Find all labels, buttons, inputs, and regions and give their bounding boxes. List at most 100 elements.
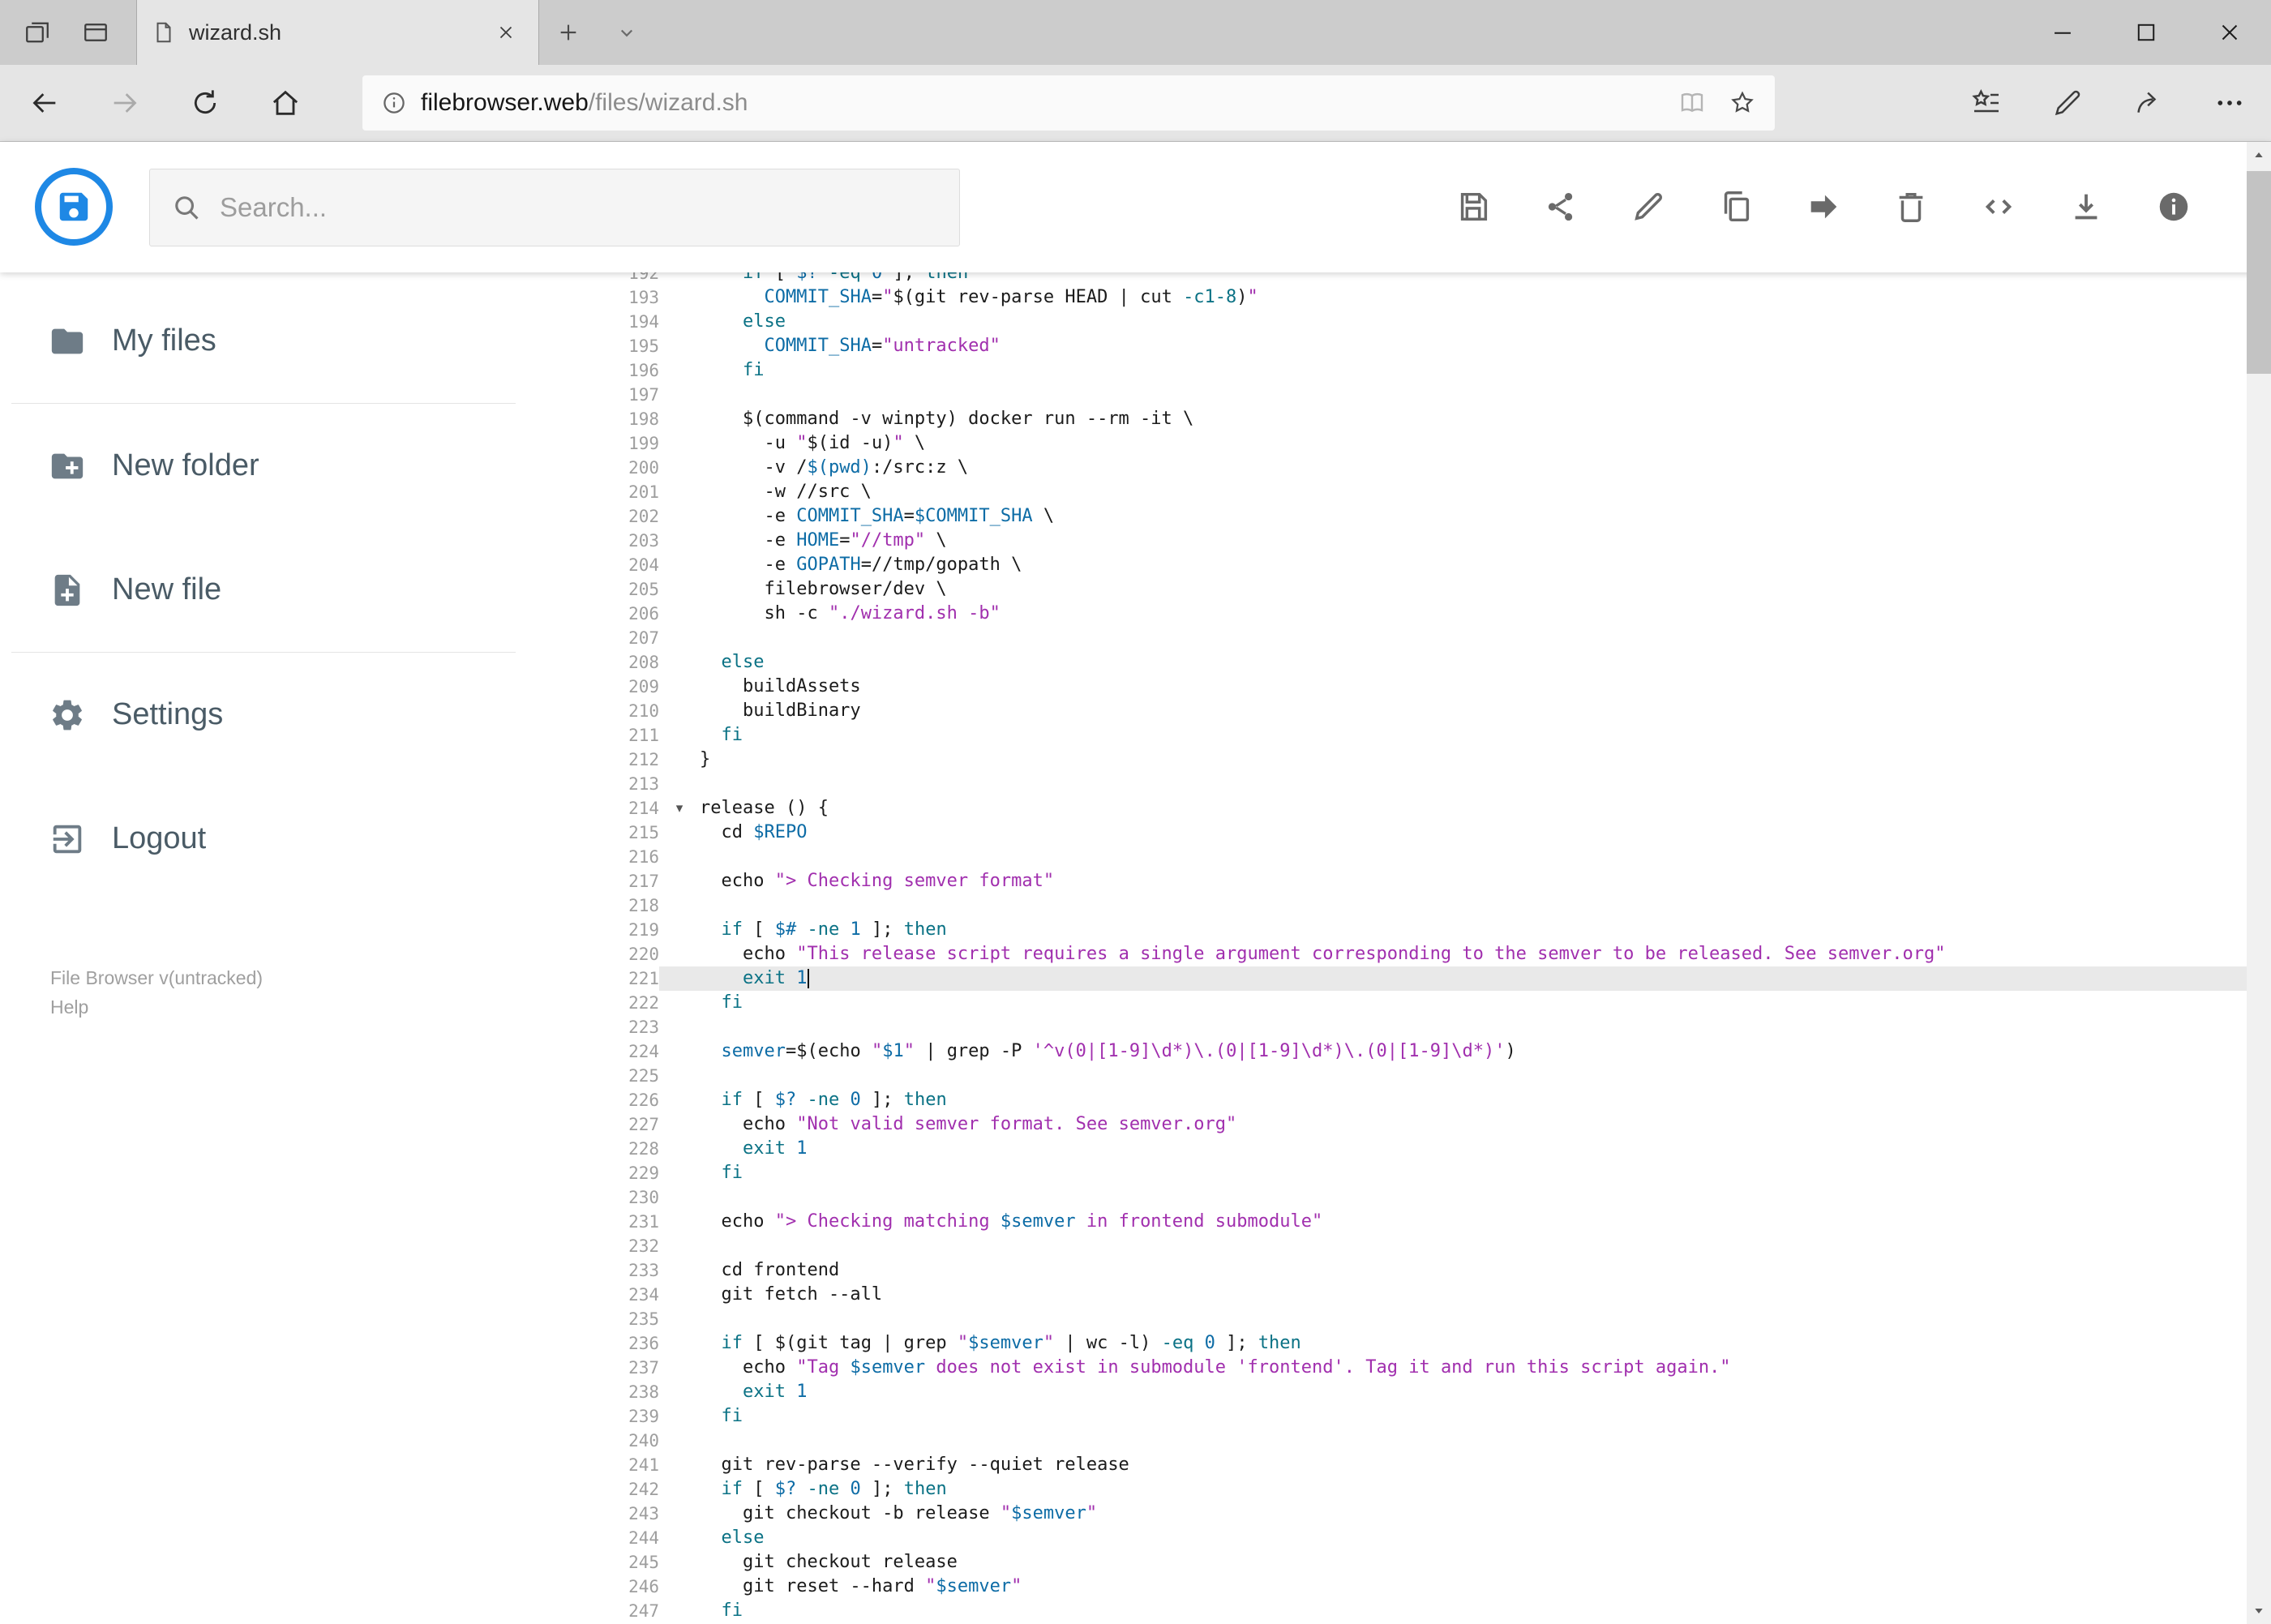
tab-preview-button[interactable] — [66, 0, 125, 65]
code-line-text[interactable]: -e GOPATH=//tmp/gopath \ — [700, 553, 2247, 577]
line-number[interactable]: 201 — [527, 480, 659, 504]
refresh-button[interactable] — [165, 65, 245, 141]
line-number[interactable]: 205 — [527, 577, 659, 602]
info-button[interactable] — [2145, 178, 2202, 235]
code-line[interactable]: 244 else — [527, 1526, 2247, 1550]
copy-button[interactable] — [1708, 178, 1764, 235]
code-line-text[interactable]: exit 1 — [700, 966, 2247, 991]
code-line[interactable]: 228 exit 1 — [527, 1137, 2247, 1161]
line-number[interactable]: 200 — [527, 456, 659, 480]
fold-arrow-icon[interactable]: ▾ — [659, 796, 700, 821]
line-number[interactable]: 229 — [527, 1161, 659, 1185]
tab-list-chevron-button[interactable] — [598, 0, 656, 65]
line-number[interactable]: 237 — [527, 1356, 659, 1380]
line-number[interactable]: 225 — [527, 1064, 659, 1088]
tab-close-button[interactable] — [488, 15, 524, 50]
code-line[interactable]: 229 fi — [527, 1161, 2247, 1185]
code-line[interactable]: 230 — [527, 1185, 2247, 1210]
code-line-text[interactable]: else — [700, 1526, 2247, 1550]
code-line-text[interactable]: fi — [700, 1599, 2247, 1623]
code-line-text[interactable]: buildAssets — [700, 675, 2247, 699]
line-number[interactable]: 223 — [527, 1015, 659, 1039]
line-number[interactable]: 232 — [527, 1234, 659, 1258]
code-line-text[interactable] — [700, 845, 2247, 869]
code-line-text[interactable]: else — [700, 650, 2247, 675]
code-line[interactable]: 210 buildBinary — [527, 699, 2247, 723]
code-line-text[interactable]: COMMIT_SHA="$(git rev-parse HEAD | cut -… — [700, 285, 2247, 310]
new-tab-button[interactable] — [539, 0, 598, 65]
code-line-text[interactable]: fi — [700, 1404, 2247, 1429]
favorite-button[interactable] — [1728, 88, 1757, 118]
code-line-text[interactable]: -e HOME="//tmp" \ — [700, 529, 2247, 553]
page-scrollbar[interactable] — [2247, 142, 2271, 1624]
code-line[interactable]: 234 git fetch --all — [527, 1283, 2247, 1307]
close-window-button[interactable] — [2187, 0, 2271, 65]
code-line[interactable]: 197 — [527, 383, 2247, 407]
line-number[interactable]: 239 — [527, 1404, 659, 1429]
code-line[interactable]: 242 if [ $? -ne 0 ]; then — [527, 1477, 2247, 1502]
code-line[interactable]: 195 COMMIT_SHA="untracked" — [527, 334, 2247, 358]
code-line-text[interactable]: fi — [700, 358, 2247, 383]
code-line-text[interactable]: sh -c "./wizard.sh -b" — [700, 602, 2247, 626]
code-line-text[interactable]: if [ $(git tag | grep "$semver" | wc -l)… — [700, 1331, 2247, 1356]
code-line-text[interactable]: -e COMMIT_SHA=$COMMIT_SHA \ — [700, 504, 2247, 529]
code-line[interactable]: 192 if [ $? -eq 0 ]; then — [527, 272, 2247, 285]
code-line[interactable]: 220 echo "This release script requires a… — [527, 942, 2247, 966]
line-number[interactable]: 215 — [527, 821, 659, 845]
delete-button[interactable] — [1883, 178, 1939, 235]
sidebar-item-logout[interactable]: Logout — [0, 777, 527, 901]
code-line-text[interactable]: else — [700, 310, 2247, 334]
code-line-text[interactable]: echo "> Checking matching $semver in fro… — [700, 1210, 2247, 1234]
code-line-text[interactable]: if [ $? -ne 0 ]; then — [700, 1088, 2247, 1112]
code-line-text[interactable] — [700, 1185, 2247, 1210]
code-line[interactable]: 231 echo "> Checking matching $semver in… — [527, 1210, 2247, 1234]
code-line-text[interactable]: git reset --hard "$semver" — [700, 1575, 2247, 1599]
line-number[interactable]: 233 — [527, 1258, 659, 1283]
code-line[interactable]: 222 fi — [527, 991, 2247, 1015]
code-line[interactable]: 203 -e HOME="//tmp" \ — [527, 529, 2247, 553]
line-number[interactable]: 204 — [527, 553, 659, 577]
share-file-button[interactable] — [1532, 178, 1589, 235]
scroll-thumb[interactable] — [2247, 171, 2271, 374]
line-number[interactable]: 195 — [527, 334, 659, 358]
line-number[interactable]: 216 — [527, 845, 659, 869]
code-line-text[interactable]: -u "$(id -u)" \ — [700, 431, 2247, 456]
line-number[interactable]: 220 — [527, 942, 659, 966]
line-number[interactable]: 210 — [527, 699, 659, 723]
code-line[interactable]: 239 fi — [527, 1404, 2247, 1429]
address-bar[interactable]: filebrowser.web/files/wizard.sh — [362, 75, 1775, 131]
home-button[interactable] — [245, 65, 325, 141]
web-note-button[interactable] — [2027, 65, 2108, 141]
code-line[interactable]: 196 fi — [527, 358, 2247, 383]
code-line[interactable]: 227 echo "Not valid semver format. See s… — [527, 1112, 2247, 1137]
line-number[interactable]: 235 — [527, 1307, 659, 1331]
line-number[interactable]: 202 — [527, 504, 659, 529]
code-line-text[interactable]: if [ $? -ne 0 ]; then — [700, 1477, 2247, 1502]
code-line[interactable]: 201 -w //src \ — [527, 480, 2247, 504]
line-number[interactable]: 209 — [527, 675, 659, 699]
code-line[interactable]: 205 filebrowser/dev \ — [527, 577, 2247, 602]
code-line[interactable]: 209 buildAssets — [527, 675, 2247, 699]
code-line-text[interactable]: git fetch --all — [700, 1283, 2247, 1307]
code-line-text[interactable] — [700, 626, 2247, 650]
raw-view-button[interactable] — [1970, 178, 2027, 235]
line-number[interactable]: 246 — [527, 1575, 659, 1599]
line-number[interactable]: 194 — [527, 310, 659, 334]
code-line[interactable]: 233 cd frontend — [527, 1258, 2247, 1283]
code-line-text[interactable] — [700, 1429, 2247, 1453]
line-number[interactable]: 231 — [527, 1210, 659, 1234]
code-line[interactable]: 199 -u "$(id -u)" \ — [527, 431, 2247, 456]
line-number[interactable]: 230 — [527, 1185, 659, 1210]
line-number[interactable]: 226 — [527, 1088, 659, 1112]
code-line[interactable]: 193 COMMIT_SHA="$(git rev-parse HEAD | c… — [527, 285, 2247, 310]
code-line-text[interactable]: filebrowser/dev \ — [700, 577, 2247, 602]
code-line[interactable]: 200 -v /$(pwd):/src:z \ — [527, 456, 2247, 480]
code-line-text[interactable]: fi — [700, 723, 2247, 748]
code-line-text[interactable]: echo "Not valid semver format. See semve… — [700, 1112, 2247, 1137]
download-button[interactable] — [2058, 178, 2115, 235]
code-line[interactable]: 232 — [527, 1234, 2247, 1258]
code-line[interactable]: 224 semver=$(echo "$1" | grep -P '^v(0|[… — [527, 1039, 2247, 1064]
line-number[interactable]: 198 — [527, 407, 659, 431]
code-line-text[interactable]: -v /$(pwd):/src:z \ — [700, 456, 2247, 480]
code-line-text[interactable]: release () { — [700, 796, 2247, 821]
